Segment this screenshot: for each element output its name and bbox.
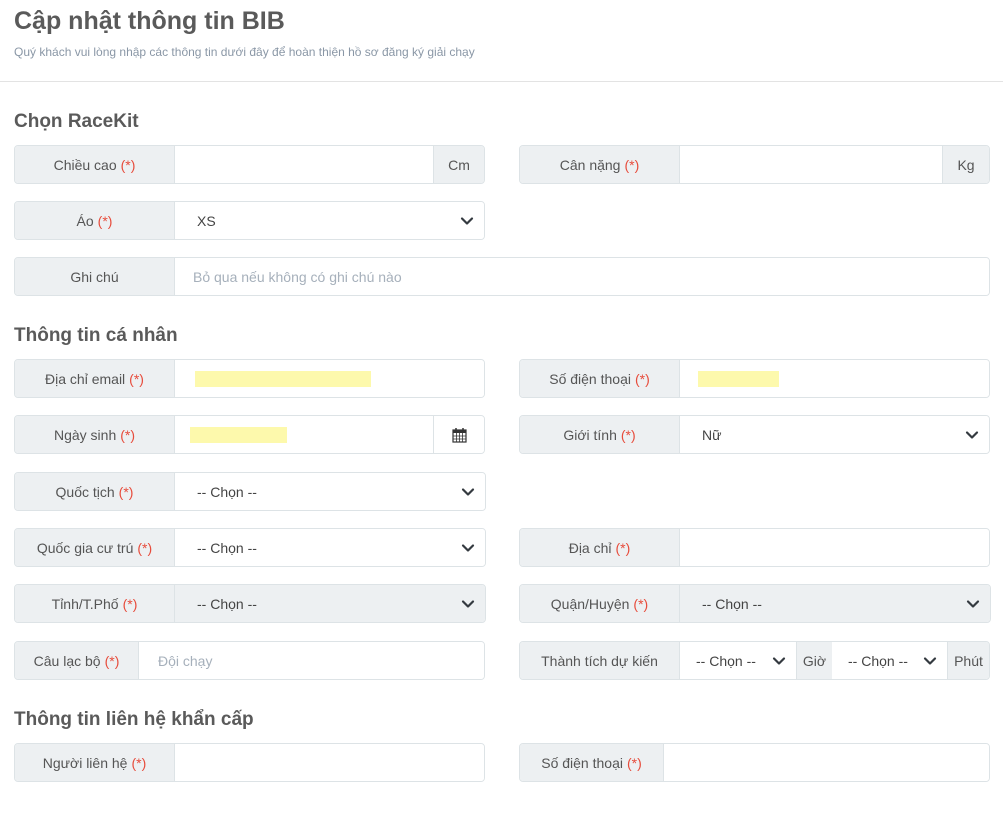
redacted-value (195, 370, 371, 387)
chevron-down-icon (772, 656, 786, 666)
section-title-emergency: Thông tin liên hệ khẩn cấp (14, 709, 254, 730)
district-group: Quận/Huyện (*) -- Chọn -- (519, 584, 991, 623)
weight-label: Cân nặng (*) (520, 146, 680, 183)
expected-minutes-select[interactable]: -- Chọn -- (832, 642, 947, 679)
shirt-group: Áo (*) XS (14, 201, 485, 240)
minutes-unit-addon: Phút (947, 642, 989, 679)
club-input[interactable]: Đội chạy (139, 642, 484, 679)
province-group: Tỉnh/T.Phố (*) -- Chọn -- (14, 584, 486, 623)
height-label: Chiều cao (*) (15, 146, 175, 183)
calendar-button[interactable] (433, 416, 484, 453)
chevron-down-icon (461, 599, 475, 609)
note-label: Ghi chú (15, 258, 175, 295)
chevron-down-icon (923, 656, 937, 666)
phone-group: Số điện thoại (*) (519, 359, 990, 398)
hours-unit-addon: Giờ (796, 642, 832, 679)
page-header: Cập nhật thông tin BIB Quý khách vui lòn… (0, 0, 1003, 82)
weight-group: Cân nặng (*) Kg (519, 145, 990, 184)
expected-hours-select[interactable]: -- Chọn -- (680, 642, 796, 679)
email-label: Địa chỉ email (*) (15, 360, 175, 397)
gender-label: Giới tính (*) (520, 416, 680, 453)
note-group: Ghi chú Bỏ qua nếu không có ghi chú nào (14, 257, 990, 296)
address-input[interactable] (680, 529, 989, 566)
chevron-down-icon (461, 543, 475, 553)
phone-label: Số điện thoại (*) (520, 360, 680, 397)
note-input[interactable]: Bỏ qua nếu không có ghi chú nào (175, 258, 989, 295)
address-label: Địa chỉ (*) (520, 529, 680, 566)
nationality-select[interactable]: -- Chọn -- (175, 473, 485, 510)
emergency-contact-group: Người liên hệ (*) (14, 743, 485, 782)
dob-group: Ngày sinh (*) (14, 415, 485, 454)
nationality-group: Quốc tịch (*) -- Chọn -- (14, 472, 486, 511)
dob-label: Ngày sinh (*) (15, 416, 175, 453)
chevron-down-icon (461, 487, 475, 497)
chevron-down-icon (966, 599, 980, 609)
section-title-personal: Thông tin cá nhân (14, 325, 178, 346)
expected-time-label: Thành tích dự kiến (520, 642, 680, 679)
nationality-label: Quốc tịch (*) (15, 473, 175, 510)
dob-input[interactable] (175, 416, 433, 453)
phone-input[interactable] (680, 360, 989, 397)
club-label: Câu lạc bộ (*) (15, 642, 139, 679)
address-group: Địa chỉ (*) (519, 528, 990, 567)
province-select[interactable]: -- Chọn -- (175, 585, 485, 622)
expected-time-group: Thành tích dự kiến -- Chọn -- Giờ -- Chọ… (519, 641, 990, 680)
emergency-phone-input[interactable] (664, 744, 989, 781)
email-input[interactable] (175, 360, 484, 397)
gender-group: Giới tính (*) Nữ (519, 415, 990, 454)
district-select[interactable]: -- Chọn -- (680, 585, 990, 622)
gender-select[interactable]: Nữ (680, 416, 989, 453)
residence-country-label: Quốc gia cư trú (*) (15, 529, 175, 566)
height-unit-addon: Cm (433, 146, 484, 183)
chevron-down-icon (965, 430, 979, 440)
emergency-contact-input[interactable] (175, 744, 484, 781)
district-label: Quận/Huyện (*) (520, 585, 680, 622)
chevron-down-icon (460, 216, 474, 226)
emergency-phone-group: Số điện thoại (*) (519, 743, 990, 782)
weight-input[interactable] (680, 146, 942, 183)
page-subtitle: Quý khách vui lòng nhập các thông tin dư… (14, 45, 475, 59)
residence-country-select[interactable]: -- Chọn -- (175, 529, 485, 566)
emergency-contact-label: Người liên hệ (*) (15, 744, 175, 781)
province-label: Tỉnh/T.Phố (*) (15, 585, 175, 622)
section-title-racekit: Chọn RaceKit (14, 111, 139, 132)
residence-country-group: Quốc gia cư trú (*) -- Chọn -- (14, 528, 486, 567)
page-title: Cập nhật thông tin BIB (14, 7, 285, 35)
shirt-select[interactable]: XS (175, 202, 484, 239)
redacted-value (698, 370, 779, 387)
weight-unit-addon: Kg (942, 146, 989, 183)
email-group: Địa chỉ email (*) (14, 359, 485, 398)
emergency-phone-label: Số điện thoại (*) (520, 744, 664, 781)
shirt-label: Áo (*) (15, 202, 175, 239)
redacted-value (190, 426, 287, 443)
height-group: Chiều cao (*) Cm (14, 145, 485, 184)
club-group: Câu lạc bộ (*) Đội chạy (14, 641, 485, 680)
height-input[interactable] (175, 146, 433, 183)
calendar-icon (451, 427, 467, 443)
